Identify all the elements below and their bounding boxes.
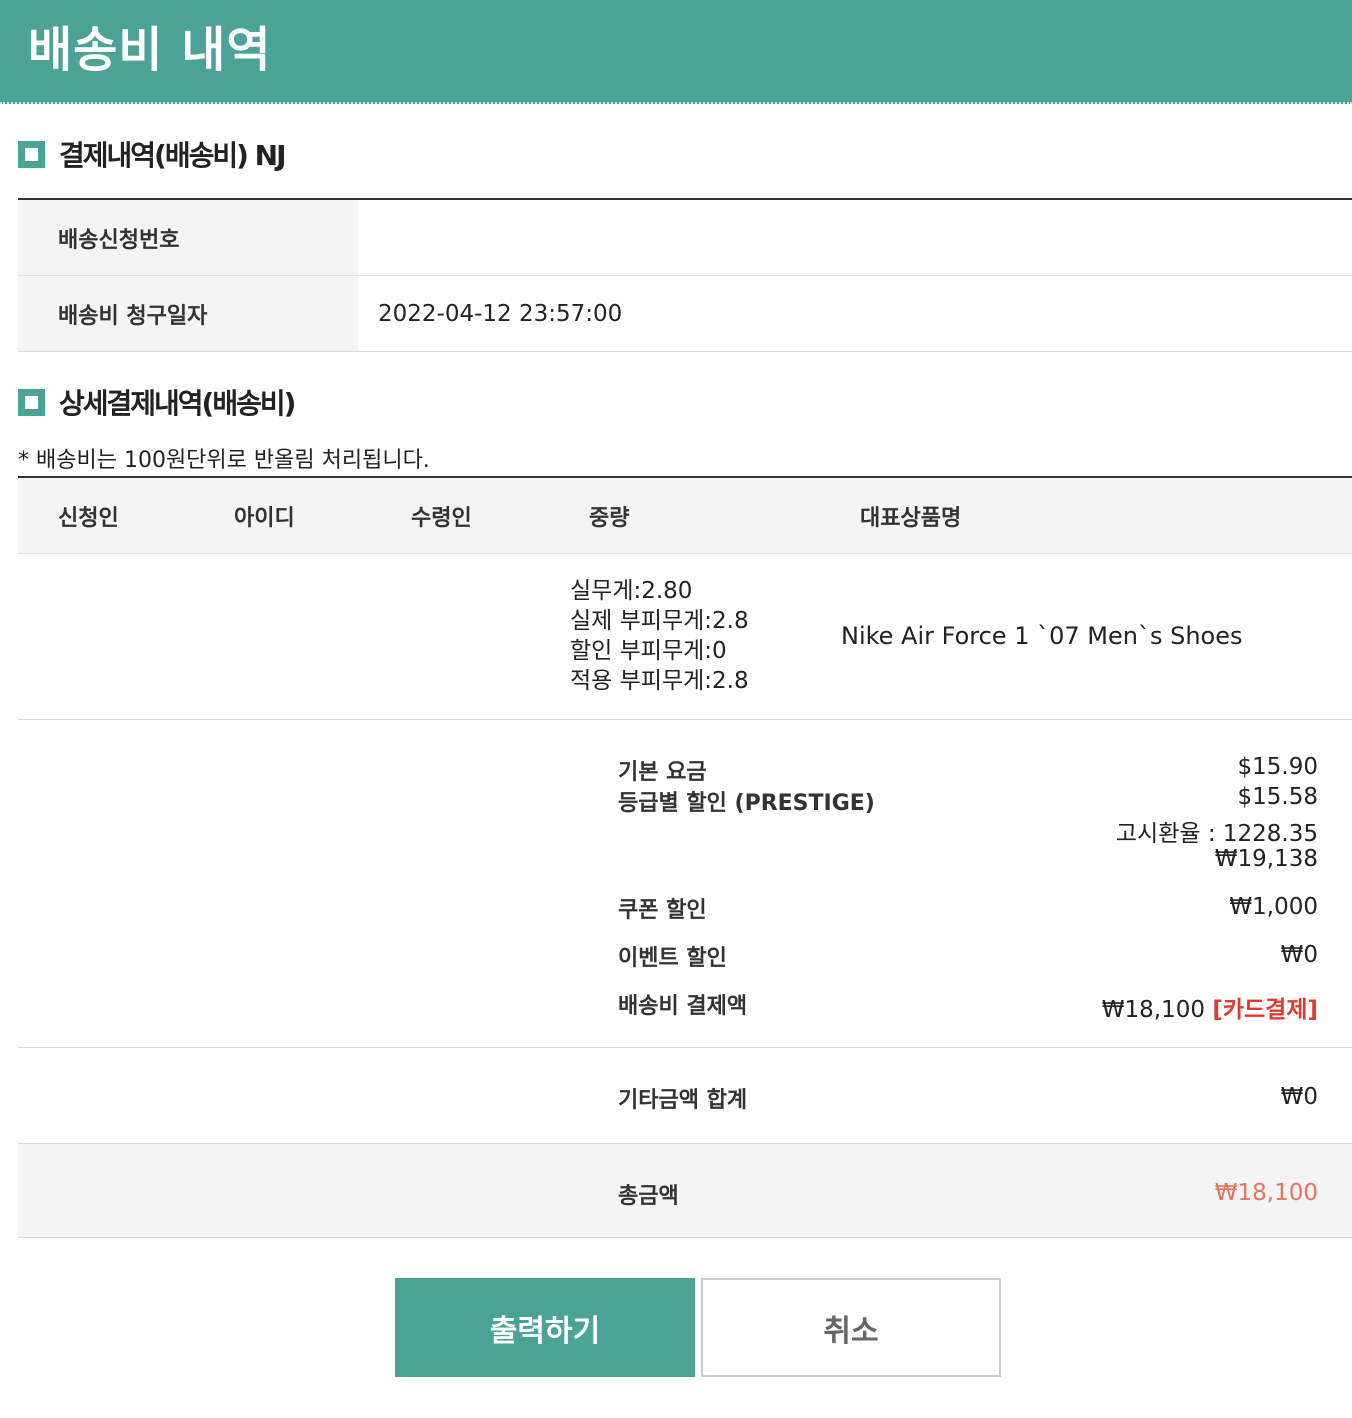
info-row-billing-date: 배송비 청구일자 2022-04-12 23:57:00 [18,276,1352,352]
krw-converted-value: ₩19,138 [1214,846,1318,872]
payment-info-table: 배송신청번호 배송비 청구일자 2022-04-12 23:57:00 [18,198,1352,352]
total-amount-row: 총금액 ₩18,100 [18,1144,1352,1238]
base-fee-label: 기본 요금 [618,760,707,785]
coupon-discount-label: 쿠폰 할인 [618,898,707,923]
grade-discount-value: $15.58 [1237,784,1318,810]
etc-amount-value: ₩0 [1280,1084,1318,1110]
fee-breakdown: 기본 요금 등급별 할인 (PRESTIGE) $15.90 $15.58 고시… [18,720,1352,1048]
print-button[interactable]: 출력하기 [395,1278,695,1377]
column-weight: 중량 [589,505,630,531]
actual-volume-weight: 실제 부피무게:2.8 [570,608,749,634]
request-number-value [358,200,1352,275]
table-row: 실무게:2.80 실제 부피무게:2.8 할인 부피무게:0 적용 부피무게:2… [18,554,1352,720]
product-name: Nike Air Force 1 `07 Men`s Shoes [841,622,1243,650]
column-applicant: 신청인 [58,505,119,531]
shipping-payment-amount: ₩18,100 [1101,997,1206,1023]
column-recipient: 수령인 [411,505,472,531]
discount-volume-weight: 할인 부피무게:0 [570,638,727,664]
payment-section-header: 결제내역(배송비) NJ [18,134,287,174]
billing-date-value: 2022-04-12 23:57:00 [378,300,623,327]
column-product-name: 대표상품명 [860,505,962,531]
shipping-payment-value: ₩18,100 [카드결제] [1102,990,1318,1024]
actual-weight: 실무게:2.80 [570,578,693,604]
grade-discount-label: 등급별 할인 (PRESTIGE) [618,791,875,816]
etc-amount-label: 기타금액 합계 [618,1088,748,1113]
cancel-button[interactable]: 취소 [701,1278,1001,1377]
billing-date-label: 배송비 청구일자 [18,276,358,351]
event-discount-value: ₩0 [1280,942,1318,968]
base-fee-value: $15.90 [1237,754,1318,780]
event-discount-label: 이벤트 할인 [618,946,727,971]
applied-volume-weight: 적용 부피무게:2.8 [570,668,749,694]
detail-section-title: 상세결제내역(배송비) [59,387,296,420]
weight-info: 실무게:2.80 실제 부피무게:2.8 할인 부피무게:0 적용 부피무게:2… [570,576,749,696]
detail-section-header: 상세결제내역(배송비) [18,382,296,422]
page-header: 배송비 내역 [0,0,1352,104]
total-amount-label: 총금액 [618,1184,679,1209]
square-bullet-icon [18,140,45,168]
coupon-discount-value: ₩1,000 [1229,894,1318,920]
request-number-label: 배송신청번호 [18,200,358,275]
rounding-note: * 배송비는 100원단위로 반올림 처리됩니다. [18,448,430,473]
etc-amount-row: 기타금액 합계 ₩0 [18,1048,1352,1144]
page-title: 배송비 내역 [28,22,272,78]
payment-method-badge: [카드결제] [1212,997,1318,1023]
exchange-rate: 고시환율 : 1228.35 [1115,821,1318,847]
shipping-payment-label: 배송비 결제액 [618,994,748,1019]
detail-table: 신청인 아이디 수령인 중량 대표상품명 실무게:2.80 실제 부피무게:2.… [18,476,1352,1238]
column-user-id: 아이디 [234,505,295,531]
detail-table-header: 신청인 아이디 수령인 중량 대표상품명 [18,478,1352,554]
payment-section-title: 결제내역(배송비) NJ [59,139,287,172]
info-row-request-number: 배송신청번호 [18,200,1352,276]
square-bullet-icon [18,388,45,416]
total-amount-value: ₩18,100 [1214,1180,1318,1206]
